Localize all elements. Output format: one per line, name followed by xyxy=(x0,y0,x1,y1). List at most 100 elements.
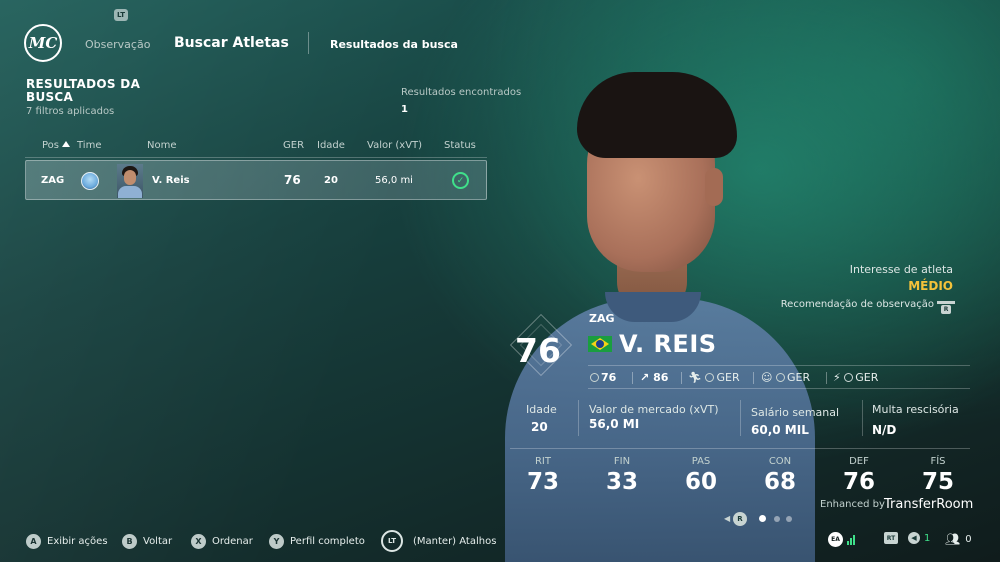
r-button-hint: R xyxy=(733,512,747,526)
club-badge-icon xyxy=(81,172,99,190)
stat-value-def: 76 xyxy=(842,469,875,495)
shortcuts-button[interactable]: LT (Manter) Atalhos xyxy=(381,530,496,552)
b-button-icon: B xyxy=(122,533,137,549)
speaker-icon: ◀ xyxy=(908,532,920,544)
sort-ascending-icon xyxy=(62,141,71,147)
stat-value-rit: 73 xyxy=(526,469,559,495)
page-dot-3 xyxy=(786,516,792,522)
page-indicator[interactable]: ◀ R xyxy=(724,512,804,526)
stat-label-pas: PAS xyxy=(691,456,711,467)
attribute-chips: 76 ↗ 86 🏃︎ GER ☺ GER ⚡︎ GER xyxy=(588,365,970,389)
ea-logo-icon: EA xyxy=(828,532,843,547)
salary-value: 60,0 MIL xyxy=(751,423,809,437)
player-thumbnail xyxy=(117,164,143,198)
page-dot-2 xyxy=(774,516,780,522)
stat-label-rit: RIT xyxy=(534,456,551,467)
row-age: 20 xyxy=(324,175,338,186)
breadcrumb-resultados: Resultados da busca xyxy=(330,38,458,51)
column-valor[interactable]: Valor (xVT) xyxy=(367,140,422,151)
table-header: Pos Time Nome GER Idade Valor (xVT) Stat… xyxy=(25,140,487,158)
audio-count: 1 xyxy=(924,532,931,544)
stat-value-fin: 33 xyxy=(605,469,638,495)
results-found-count: 1 xyxy=(401,104,408,115)
party-count: 0 xyxy=(965,533,972,545)
career-mode-logo: MC xyxy=(24,24,62,62)
back-label: Voltar xyxy=(143,535,173,547)
people-icon: 👥︎ xyxy=(945,532,961,546)
target-icon xyxy=(590,373,599,382)
form-chip: ⚡︎ GER xyxy=(833,371,879,384)
rt-button-icon: RT xyxy=(884,532,898,544)
stat-label-con: CON xyxy=(768,456,792,467)
row-ger: 76 xyxy=(284,173,301,187)
column-ger[interactable]: GER xyxy=(283,140,304,151)
column-nome[interactable]: Nome xyxy=(147,140,177,151)
potential-rating-chip: ↗ 86 xyxy=(640,371,669,384)
interest-value: MÉDIO xyxy=(908,279,953,293)
player-name: V. REIS xyxy=(619,330,717,358)
column-status[interactable]: Status xyxy=(444,140,476,151)
table-row[interactable]: ZAG V. Reis 76 20 56,0 mi ✓ xyxy=(25,160,487,200)
rt-hint: RT xyxy=(884,532,898,544)
column-time[interactable]: Time xyxy=(77,140,101,151)
y-button-icon: Y xyxy=(269,533,284,549)
morale-chip: ☺ GER xyxy=(761,371,811,384)
release-clause-value: N/D xyxy=(872,423,897,437)
brazil-flag-icon xyxy=(588,336,612,352)
page-dot-1 xyxy=(759,515,766,522)
column-idade[interactable]: Idade xyxy=(317,140,345,151)
lt-button-icon: LT xyxy=(381,530,403,552)
age-value: 20 xyxy=(531,420,548,434)
current-rating-chip: 76 xyxy=(590,371,616,384)
enhanced-by-label: Enhanced by xyxy=(820,499,885,510)
results-title: RESULTADOS DA BUSCA xyxy=(26,77,141,104)
stat-value-con: 68 xyxy=(763,469,796,495)
stat-label-fis: FÍS xyxy=(930,456,946,467)
full-profile-button[interactable]: Y Perfil completo xyxy=(269,533,365,549)
party-status: 👥︎ 0 xyxy=(945,532,972,546)
sort-label: Ordenar xyxy=(212,535,253,547)
growth-arrow-icon: ↗ xyxy=(640,371,650,384)
sort-button[interactable]: X Ordenar xyxy=(191,533,253,549)
full-profile-label: Perfil completo xyxy=(290,535,365,547)
lightning-icon: ⚡︎ xyxy=(833,371,841,384)
player-overall: 76 xyxy=(515,331,561,370)
row-position: ZAG xyxy=(41,175,65,186)
top-bar: MC LT Observação Buscar Atletas Resultad… xyxy=(24,9,624,64)
stat-label-fin: FIN xyxy=(613,456,631,467)
audio-status: ◀ 1 xyxy=(908,532,930,544)
market-value: 56,0 MI xyxy=(589,417,640,431)
smile-icon: ☺ xyxy=(761,371,773,384)
filters-applied: 7 filtros aplicados xyxy=(26,106,115,117)
recommendation-label: Recomendação de observação xyxy=(780,299,934,310)
age-label: Idade xyxy=(526,403,557,416)
stat-value-fis: 75 xyxy=(921,469,954,495)
results-found-label: Resultados encontrados xyxy=(401,87,522,98)
connection-status: EA xyxy=(828,532,856,547)
recommendation-icon: R xyxy=(937,298,955,314)
row-name: V. Reis xyxy=(152,175,190,186)
column-pos[interactable]: Pos xyxy=(42,140,71,151)
stat-label-def: DEF xyxy=(849,456,869,467)
show-actions-button[interactable]: A Exibir ações xyxy=(26,533,108,549)
transferroom-logo: TransferRoom xyxy=(884,497,974,512)
runner-icon: 🏃︎ xyxy=(688,371,702,384)
player-position: ZAG xyxy=(589,312,615,325)
shortcuts-label: (Manter) Atalhos xyxy=(413,535,497,547)
signal-icon xyxy=(847,534,856,545)
nav-observacao[interactable]: Observação xyxy=(85,38,150,51)
a-button-icon: A xyxy=(26,533,41,549)
row-value: 56,0 mi xyxy=(375,175,413,186)
nav-divider xyxy=(308,32,309,54)
work-rate-chip: 🏃︎ GER xyxy=(688,371,740,384)
back-button[interactable]: B Voltar xyxy=(122,533,172,549)
nav-buscar-atletas[interactable]: Buscar Atletas xyxy=(174,35,289,51)
x-button-icon: X xyxy=(191,533,206,549)
salary-label: Salário semanal xyxy=(751,406,840,419)
chevron-left-icon: ◀ xyxy=(724,514,731,523)
stat-value-pas: 60 xyxy=(684,469,717,495)
release-clause-label: Multa rescisória xyxy=(872,403,959,416)
interest-label: Interesse de atleta xyxy=(849,263,953,276)
show-actions-label: Exibir ações xyxy=(47,535,108,547)
lt-button-hint: LT xyxy=(114,9,128,21)
